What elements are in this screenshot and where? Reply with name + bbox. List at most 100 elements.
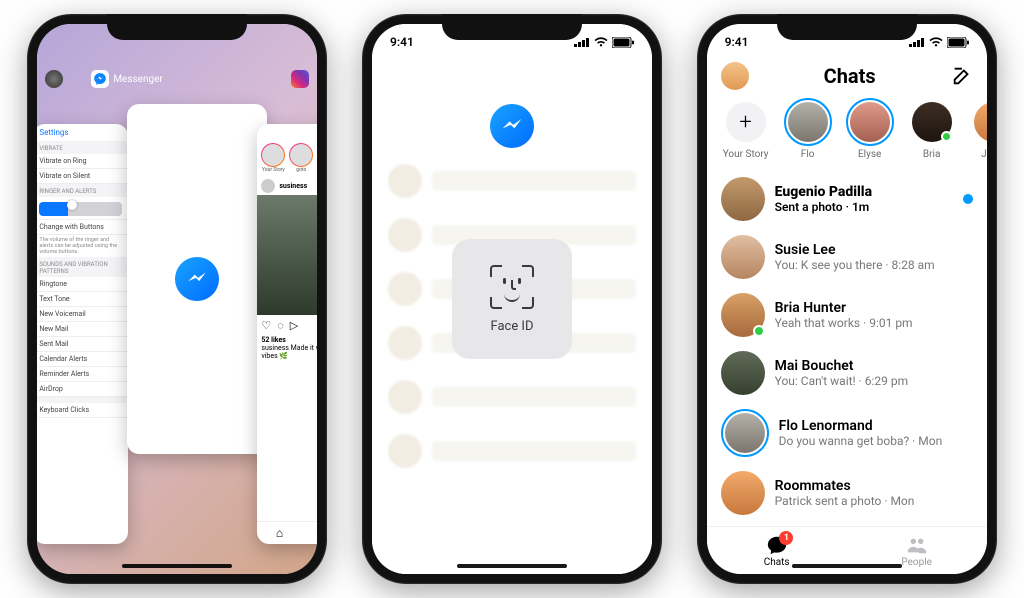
cellular-icon <box>909 37 925 47</box>
chat-row[interactable]: Eugenio PadillaSent a photo · 1m <box>707 170 987 228</box>
story-item[interactable]: Jame <box>969 98 987 160</box>
chat-avatar[interactable] <box>721 409 769 457</box>
home-indicator[interactable] <box>122 564 232 568</box>
messenger-logo-icon <box>490 104 534 148</box>
share-icon[interactable]: ▷ <box>290 319 298 332</box>
story-label: Bria <box>923 149 941 160</box>
phone-chats: 9:41 Chats + Your Story Flo Elyse Bria Jame E… <box>697 14 997 584</box>
chat-row[interactable]: Flo LenormandDo you wanna get boba? · Mo… <box>707 402 987 464</box>
settings-back[interactable]: Settings <box>37 124 128 141</box>
chats-screen: 9:41 Chats + Your Story Flo Elyse Bria Jame E… <box>707 24 987 574</box>
unread-dot <box>963 194 973 204</box>
settings-chip[interactable] <box>45 70 63 88</box>
setting-row[interactable]: New Voicemail <box>37 307 128 322</box>
chat-row[interactable]: RoommatesPatrick sent a photo · Mon <box>707 464 987 522</box>
setting-row[interactable]: New Mail <box>37 322 128 337</box>
phone-app-switcher: Messenger Settings VIBRATE Vibrate on Ri… <box>27 14 327 584</box>
chat-avatar[interactable] <box>721 351 765 395</box>
like-icon[interactable]: ♡ <box>261 319 271 332</box>
setting-row[interactable]: Reminder Alerts <box>37 367 128 382</box>
status-time: 9:41 <box>390 35 414 49</box>
faceid-prompt: Face ID <box>452 239 572 359</box>
wifi-icon <box>594 37 608 47</box>
tab-badge: 1 <box>779 531 793 545</box>
chat-row[interactable]: Susie LeeYou: K see you there · 8:28 am <box>707 228 987 286</box>
story-item[interactable]: Bria <box>907 98 957 160</box>
tab-label: People <box>901 557 932 568</box>
post-image[interactable] <box>257 195 317 315</box>
chat-avatar[interactable] <box>721 293 765 337</box>
chat-name: Susie Lee <box>775 242 973 258</box>
setting-row[interactable]: Keyboard Clicks <box>37 403 128 418</box>
story-avatar[interactable] <box>261 143 285 167</box>
chat-preview: Yeah that works · 9:01 pm <box>775 316 973 330</box>
story-label: Your Story <box>261 167 285 173</box>
wifi-icon <box>929 37 943 47</box>
story-add[interactable]: + Your Story <box>721 98 771 160</box>
people-icon <box>906 534 928 556</box>
section-label: VIBRATE <box>37 141 128 154</box>
faceid-icon <box>490 265 534 309</box>
setting-row[interactable]: Ringtone <box>37 277 128 292</box>
story-label: Jame <box>981 149 987 160</box>
messenger-chip[interactable]: Messenger <box>91 70 163 88</box>
app-card-settings[interactable]: Settings VIBRATE Vibrate on Ring Vibrate… <box>37 124 128 544</box>
post-actions: ♡ ◌ ▷ <box>257 315 317 336</box>
section-label: SOUNDS AND VIBRATION PATTERNS <box>37 257 128 277</box>
setting-row[interactable]: Vibrate on Silent <box>37 169 128 184</box>
chat-preview: Do you wanna get boba? · Mon <box>779 434 973 448</box>
story-avatar[interactable] <box>289 143 313 167</box>
chat-name: Mai Bouchet <box>775 358 973 374</box>
status-time: 9:41 <box>725 35 749 49</box>
ringer-slider[interactable] <box>37 197 128 220</box>
post-likes[interactable]: 52 likes <box>257 336 317 344</box>
notch <box>442 14 582 40</box>
app-card-instagram[interactable]: ⌂ Your Story goto susiness ♡ ◌ ▷ 52 like… <box>257 124 317 544</box>
chat-preview: You: Can't wait! · 6:29 pm <box>775 374 973 388</box>
chat-avatar[interactable] <box>721 235 765 279</box>
messenger-chip-label: Messenger <box>113 74 163 85</box>
screen: Messenger Settings VIBRATE Vibrate on Ri… <box>37 24 317 574</box>
story-item[interactable]: Elyse <box>845 98 895 160</box>
settings-icon <box>45 70 63 88</box>
post-caption: susiness Made it winter vibes 🌿 <box>257 344 317 360</box>
home-indicator[interactable] <box>457 564 567 568</box>
setting-row[interactable]: Change with Buttons <box>37 220 128 235</box>
instagram-icon <box>291 70 309 88</box>
page-title: Chats <box>824 64 876 88</box>
messenger-logo-icon <box>175 257 219 301</box>
plus-icon: + <box>726 102 766 142</box>
chat-name: Bria Hunter <box>775 300 973 316</box>
story-row[interactable]: + Your Story Flo Elyse Bria Jame <box>707 90 987 170</box>
comment-icon[interactable]: ◌ <box>277 319 284 332</box>
chat-name: Roommates <box>775 478 973 494</box>
setting-row[interactable]: Sent Mail <box>37 337 128 352</box>
setting-row[interactable]: AirDrop <box>37 382 128 397</box>
tab-label: Chats <box>764 557 790 568</box>
post-author-avatar[interactable] <box>261 179 275 193</box>
story-label: Flo <box>801 149 815 160</box>
compose-icon[interactable] <box>951 65 973 87</box>
setting-row[interactable]: Text Tone <box>37 292 128 307</box>
post-author[interactable]: susiness <box>279 182 307 190</box>
instagram-chip[interactable] <box>291 70 309 88</box>
battery-icon <box>612 37 634 48</box>
app-switcher-header: Messenger <box>37 70 317 88</box>
chat-avatar[interactable] <box>721 177 765 221</box>
app-card-messenger[interactable] <box>127 104 267 454</box>
home-icon[interactable]: ⌂ <box>276 526 283 540</box>
story-item[interactable]: Flo <box>783 98 833 160</box>
chat-row[interactable]: Mai BouchetYou: Can't wait! · 6:29 pm <box>707 344 987 402</box>
chat-row[interactable]: Bria HunterYeah that works · 9:01 pm <box>707 286 987 344</box>
home-indicator[interactable] <box>792 564 902 568</box>
chat-name: Flo Lenormand <box>779 418 973 434</box>
setting-row[interactable]: Calendar Alerts <box>37 352 128 367</box>
notch <box>777 14 917 40</box>
cellular-icon <box>574 37 590 47</box>
faceid-label: Face ID <box>490 319 533 334</box>
profile-avatar[interactable] <box>721 62 749 90</box>
chat-list[interactable]: Eugenio PadillaSent a photo · 1mSusie Le… <box>707 170 987 526</box>
chat-avatar[interactable] <box>721 471 765 515</box>
setting-row[interactable]: Vibrate on Ring <box>37 154 128 169</box>
story-label: Your Story <box>723 149 769 160</box>
